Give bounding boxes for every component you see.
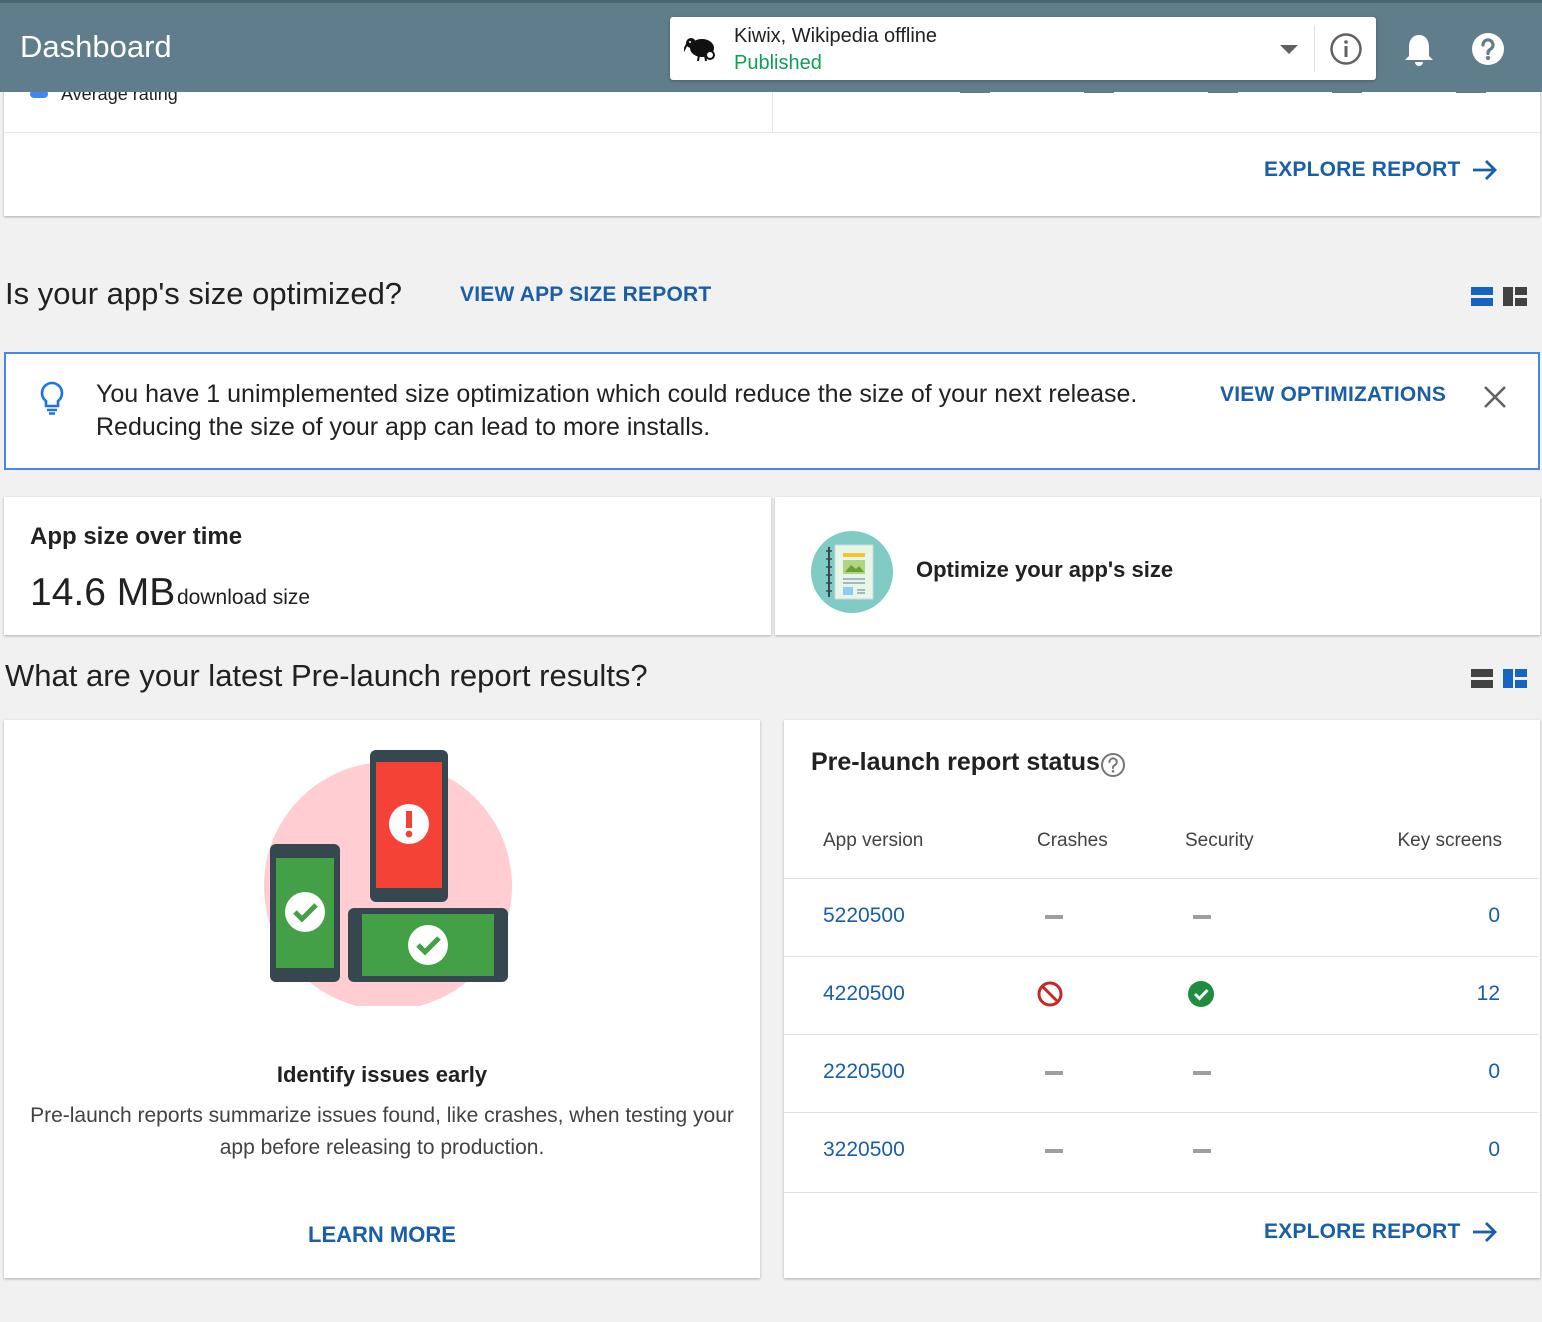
chevron-down-icon[interactable]	[1280, 45, 1298, 54]
app-version-link[interactable]: 2220500	[823, 1060, 905, 1084]
grid-view-icon[interactable]	[1503, 668, 1527, 690]
view-toggle	[1471, 286, 1527, 312]
devices-illustration	[264, 750, 512, 1006]
app-size-unit: download size	[177, 586, 311, 609]
prelaunch-status-card: Pre-launch report status App version Cra…	[784, 720, 1540, 1278]
no-data-dash	[1193, 1149, 1211, 1153]
help-outline-icon[interactable]	[1100, 752, 1126, 778]
size-section-title: Is your app's size optimized?	[5, 276, 403, 311]
notifications-bell-icon[interactable]	[1403, 32, 1435, 68]
banner-line-1: You have 1 unimplemented size optimizati…	[96, 380, 1138, 408]
list-view-icon[interactable]	[1471, 286, 1493, 308]
no-data-dash	[1193, 915, 1211, 919]
key-screens-count[interactable]: 0	[1488, 1138, 1500, 1162]
column-header-app-version: App version	[823, 830, 924, 851]
info-icon[interactable]	[1329, 32, 1363, 66]
key-screens-count[interactable]: 0	[1488, 1060, 1500, 1084]
status-card-title: Pre-launch report status	[811, 748, 1100, 776]
app-selector[interactable]: Kiwix, Wikipedia offline Published	[670, 17, 1376, 80]
size-optimization-banner: You have 1 unimplemented size optimizati…	[4, 352, 1540, 470]
app-version-link[interactable]: 4220500	[823, 982, 905, 1006]
optimize-document-icon	[811, 531, 893, 613]
prelaunch-section-title: What are your latest Pre-launch report r…	[5, 658, 648, 693]
close-icon[interactable]	[1482, 384, 1508, 410]
explore-report-link[interactable]: EXPLORE REPORT	[1264, 158, 1499, 182]
app-version-link[interactable]: 3220500	[823, 1138, 905, 1162]
table-row[interactable]: 4220500 12	[784, 956, 1538, 1034]
top-app-bar: Dashboard Kiwix, Wikipedia offline Publi…	[0, 0, 1542, 92]
view-toggle	[1471, 668, 1527, 694]
optimize-size-card[interactable]: Optimize your app's size	[775, 497, 1540, 635]
optimize-size-label: Optimize your app's size	[916, 557, 1174, 582]
prelaunch-promo-card: Identify issues early Pre-launch reports…	[4, 720, 760, 1278]
key-screens-count[interactable]: 12	[1477, 982, 1500, 1006]
card-divider	[4, 132, 1540, 133]
page-title: Dashboard	[20, 29, 172, 64]
crash-blocked-icon	[1037, 981, 1063, 1007]
promo-heading: Identify issues early	[276, 1062, 488, 1087]
app-name: Kiwix, Wikipedia offline	[734, 25, 938, 47]
divider	[1314, 25, 1315, 72]
app-size-card[interactable]: App size over time 14.6 MB download size	[4, 497, 771, 635]
table-row[interactable]: 2220500 0	[784, 1034, 1538, 1112]
grid-view-icon[interactable]	[1503, 286, 1527, 308]
view-app-size-report-link[interactable]: VIEW APP SIZE REPORT	[460, 283, 711, 307]
column-header-security: Security	[1185, 830, 1254, 851]
table-row[interactable]: 3220500 0	[784, 1112, 1538, 1190]
security-passed-check-icon	[1188, 981, 1214, 1007]
column-header-crashes: Crashes	[1037, 830, 1108, 851]
no-data-dash	[1193, 1071, 1211, 1075]
app-size-value: 14.6 MB	[30, 571, 176, 614]
app-status: Published	[734, 52, 822, 74]
no-data-dash	[1045, 1071, 1063, 1075]
kiwi-bird-icon	[684, 38, 715, 62]
banner-line-2: Reducing the size of your app can lead t…	[96, 413, 711, 441]
help-icon[interactable]	[1471, 32, 1505, 66]
arrow-right-icon	[1472, 1222, 1497, 1242]
table-divider	[784, 1192, 1538, 1193]
key-screens-count[interactable]: 0	[1488, 904, 1500, 928]
explore-report-label: EXPLORE REPORT	[1264, 158, 1461, 181]
table-row[interactable]: 5220500 0	[784, 878, 1538, 956]
app-size-label: App size over time	[30, 523, 243, 550]
list-view-icon[interactable]	[1471, 668, 1493, 690]
banner-message: You have 1 unimplemented size optimizati…	[96, 378, 1196, 444]
explore-report-link[interactable]: EXPLORE REPORT	[1264, 1220, 1499, 1244]
arrow-right-icon	[1472, 160, 1497, 180]
column-header-key-screens: Key screens	[1397, 830, 1502, 851]
app-version-link[interactable]: 5220500	[823, 904, 905, 928]
promo-description: Pre-launch reports summarize issues foun…	[30, 1104, 734, 1159]
no-data-dash	[1045, 915, 1063, 919]
view-optimizations-link[interactable]: VIEW OPTIMIZATIONS	[1220, 383, 1446, 407]
no-data-dash	[1045, 1149, 1063, 1153]
learn-more-link[interactable]: LEARN MORE	[4, 1222, 760, 1248]
explore-report-label: EXPLORE REPORT	[1264, 1220, 1461, 1243]
lightbulb-icon	[40, 381, 64, 415]
